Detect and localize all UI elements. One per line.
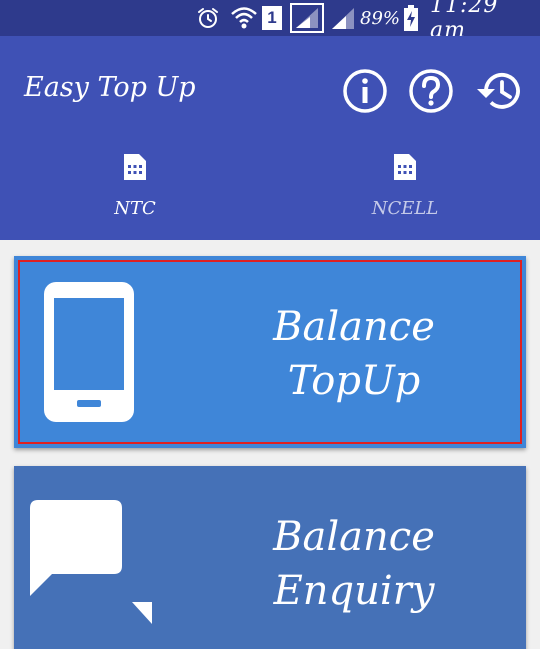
balance-enquiry-card[interactable]: Balance Enquiry: [14, 466, 526, 649]
history-icon[interactable]: [474, 68, 520, 114]
balance-topup-line2: TopUp: [287, 358, 421, 404]
app-bar: Easy Top Up NTC NCELL: [0, 36, 540, 240]
alarm-icon: [196, 4, 220, 32]
battery-percent: 89%: [360, 7, 401, 29]
sim-number: 1: [262, 6, 282, 30]
signal-sim2-icon: [330, 4, 356, 32]
sim-1-icon: 1: [262, 4, 282, 32]
wifi-icon: [230, 4, 258, 32]
signal-sim1-icon: [290, 3, 324, 33]
sim-card-icon: [122, 152, 148, 182]
balance-enquiry-line1: Balance: [273, 514, 435, 560]
sim-card-icon: [392, 152, 418, 182]
balance-topup-line1: Balance: [273, 304, 435, 350]
tab-ncell[interactable]: NCELL: [270, 148, 540, 238]
clock: 11:29 am: [430, 0, 499, 43]
chat-bubbles-icon: [26, 498, 156, 628]
battery-charging-icon: [403, 4, 419, 32]
info-icon[interactable]: [342, 68, 388, 114]
smartphone-icon: [44, 282, 134, 426]
app-title: Easy Top Up: [24, 72, 196, 103]
tab-ncell-label: NCELL: [371, 198, 439, 219]
balance-enquiry-line2: Enquiry: [273, 568, 435, 614]
balance-topup-card[interactable]: Balance TopUp: [14, 256, 526, 448]
tab-indicator: [0, 236, 270, 240]
help-icon[interactable]: [408, 68, 454, 114]
status-bar: 1 89% 11:29 am: [0, 0, 540, 43]
tab-ntc-label: NTC: [114, 198, 156, 219]
tab-ntc[interactable]: NTC: [0, 148, 270, 238]
